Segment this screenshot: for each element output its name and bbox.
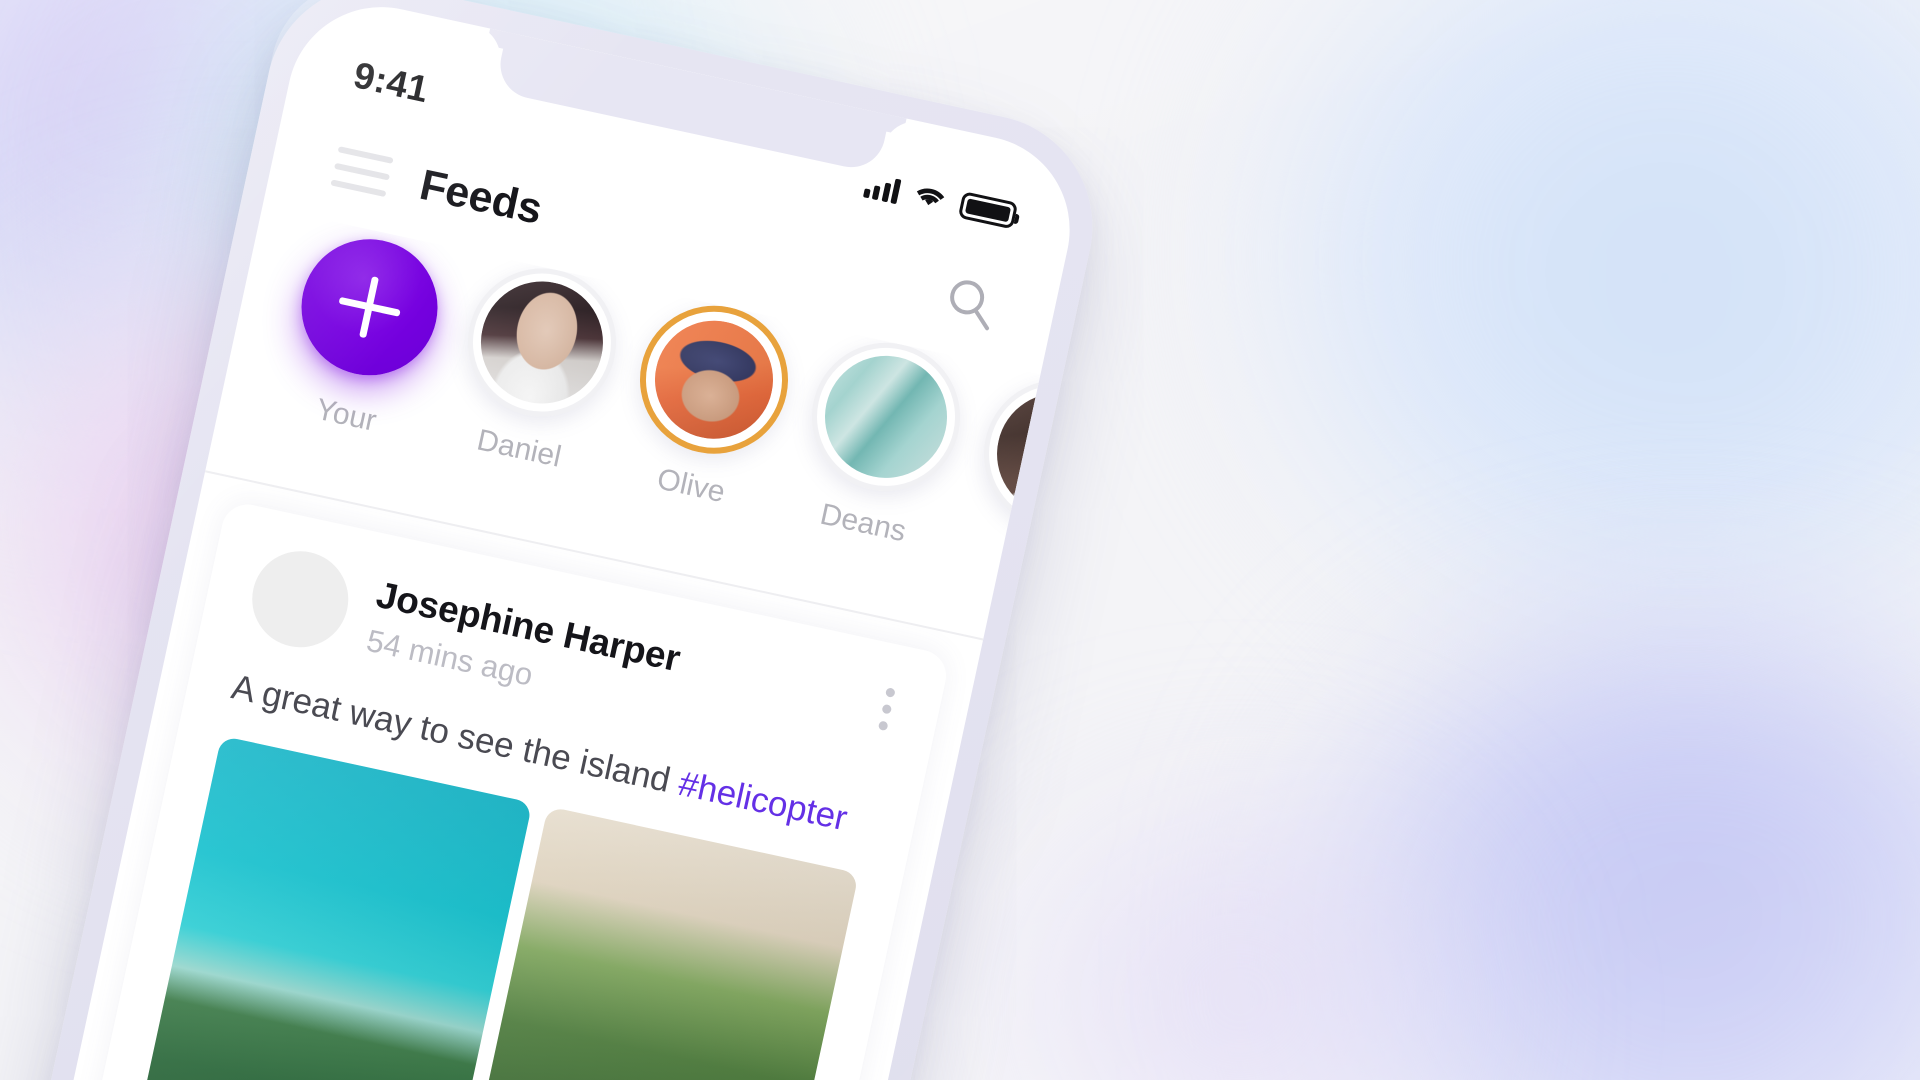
- signal-bars-icon: [862, 171, 902, 204]
- story-avatar: [813, 344, 959, 490]
- plus-icon: [333, 270, 407, 344]
- post-hashtag[interactable]: #helicopter: [675, 764, 851, 838]
- battery-full-icon: [957, 190, 1019, 229]
- more-vertical-icon[interactable]: [877, 677, 901, 732]
- story-add-your[interactable]: Your: [270, 217, 458, 448]
- story-avatar: [643, 309, 785, 450]
- post-author-avatar[interactable]: [243, 542, 358, 657]
- status-clock: 9:41: [350, 54, 433, 111]
- story-avatar: [985, 381, 1041, 527]
- status-icons: [862, 170, 1019, 233]
- story-ring: [970, 366, 1041, 543]
- post-meta: Josephine Harper 54 mins ago: [363, 568, 685, 723]
- story-label: Your: [313, 392, 380, 438]
- wifi-icon: [911, 183, 949, 214]
- page-title: Feeds: [415, 160, 547, 234]
- story-item-deans[interactable]: Deans: [787, 328, 974, 556]
- story-avatar: [469, 270, 615, 416]
- story-label: Olive: [654, 462, 728, 510]
- post-image-island[interactable]: [132, 735, 533, 1080]
- search-icon[interactable]: [936, 269, 1005, 338]
- story-label: Deans: [817, 497, 909, 549]
- add-story-button[interactable]: [288, 226, 451, 389]
- story-item-daniel[interactable]: Daniel: [443, 254, 630, 482]
- story-label: Daniel: [473, 423, 565, 474]
- hamburger-menu-icon[interactable]: [330, 146, 394, 198]
- story-item-olive[interactable]: Olive: [615, 291, 802, 519]
